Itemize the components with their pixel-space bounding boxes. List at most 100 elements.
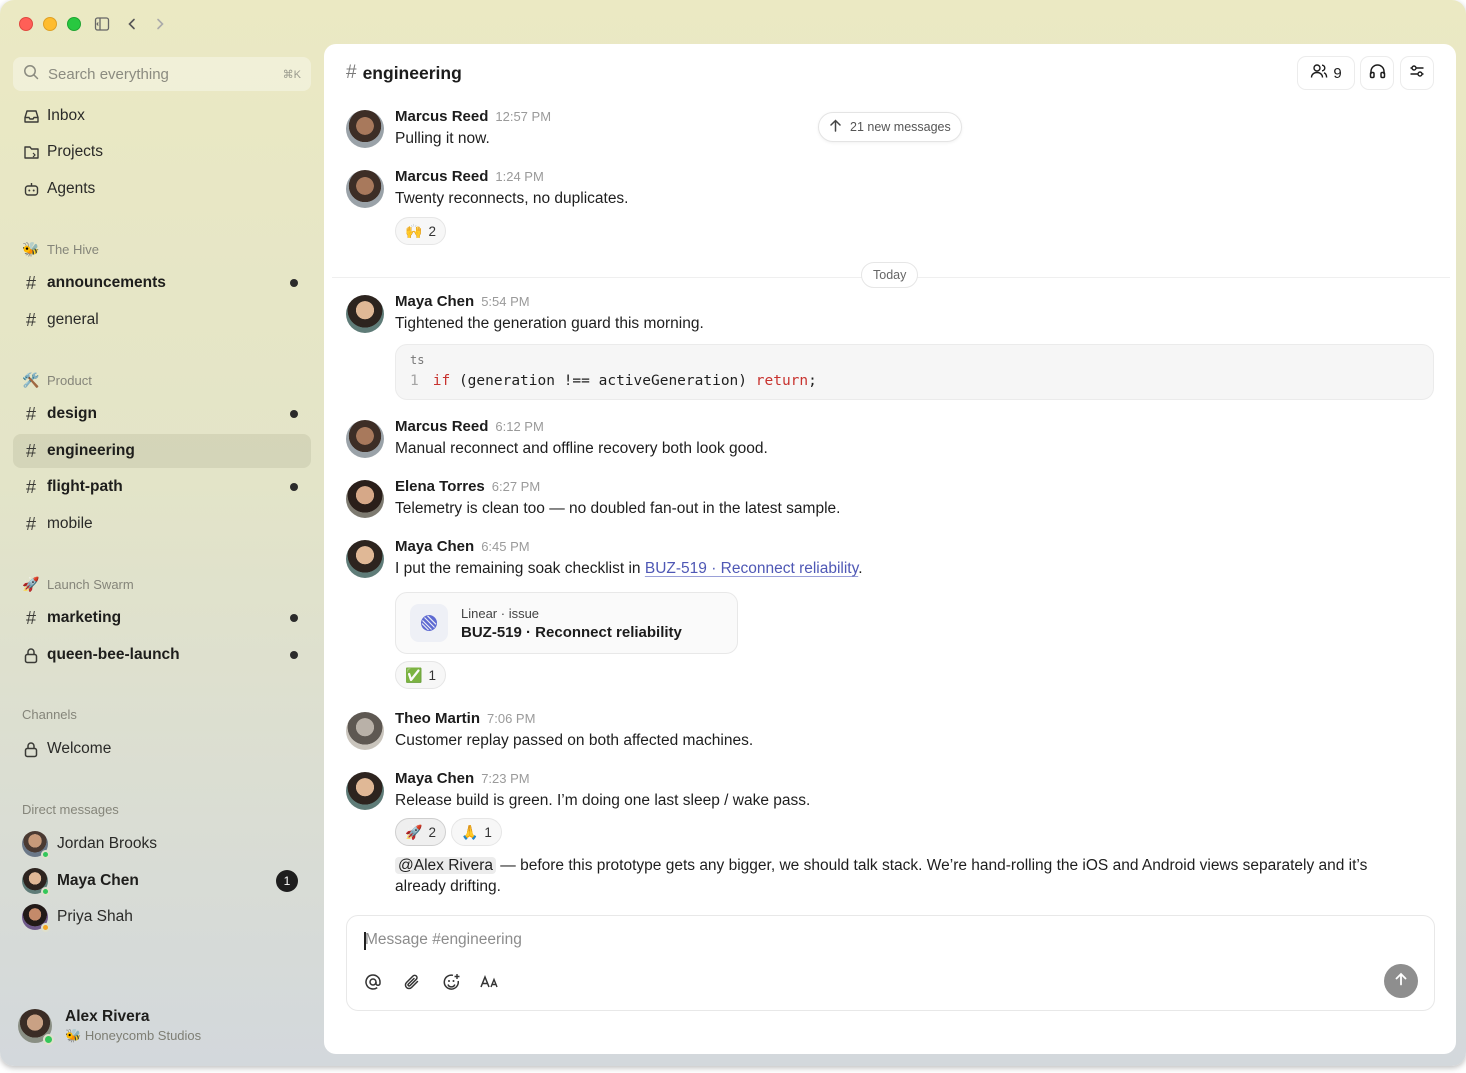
paperclip-icon[interactable] [400,970,424,994]
huddle-button[interactable] [1360,56,1394,90]
channel-item-general[interactable]: # general [13,303,311,337]
link-card-source: Linear · issue [461,605,540,621]
message-author[interactable]: Elena Torres [395,478,485,495]
workspace-header-product[interactable]: 🛠️ Product [22,372,92,389]
dm-item-priya-shah[interactable]: Priya Shah [13,900,311,934]
current-user-org: 🐝 Honeycomb Studios [65,1028,201,1044]
unread-dot [290,279,298,287]
channel-panel: # engineering 9 Marcus Reed 12:57 PM Pull… [324,44,1456,1054]
new-messages-pill[interactable]: 21 new messages [818,112,962,142]
avatar[interactable] [346,110,384,148]
back-arrow-icon[interactable] [122,14,142,34]
sidebar-toggle-icon[interactable] [92,14,112,34]
dm-item-jordan-brooks[interactable]: Jordan Brooks [13,827,311,861]
channel-item-mobile[interactable]: # mobile [13,507,311,541]
minimize-window-button[interactable] [43,17,57,31]
channel-item-announcements[interactable]: # announcements [13,266,311,300]
channel-settings-button[interactable] [1400,56,1434,90]
members-icon [1310,63,1328,84]
dm-section-header[interactable]: Direct messages [22,802,119,817]
message-time: 7:23 PM [481,771,530,786]
nav-item-agents[interactable]: Agents [13,172,311,206]
hash-icon: # [25,476,36,497]
channel-label: design [47,405,97,422]
message-author[interactable]: Maya Chen [395,770,474,787]
issue-link[interactable]: BUZ-519 · Reconnect reliability [645,560,858,577]
channel-label: engineering [47,442,135,459]
lock-icon [22,646,40,664]
message-time: 1:24 PM [495,169,544,184]
current-user-card[interactable]: Alex Rivera 🐝 Honeycomb Studios [18,1008,201,1045]
nav-item-inbox[interactable]: Inbox [13,99,311,133]
channel-item-welcome[interactable]: Welcome [13,732,311,766]
channel-label: flight-path [47,478,123,495]
reaction-chip[interactable]: 🚀 2 [395,818,446,846]
send-button[interactable] [1384,964,1418,998]
app-window: Search everything ⌘K Inbox Projects Agen… [0,0,1466,1066]
link-preview-card[interactable]: Linear · issue BUZ-519 · Reconnect relia… [395,592,738,654]
message-text: @Alex Rivera — before this prototype get… [395,855,1415,897]
channels-section-header[interactable]: Channels [22,707,77,722]
message-input[interactable]: Message #engineering [365,931,522,949]
unread-dot [290,651,298,659]
workspace-header-launch-swarm[interactable]: 🚀 Launch Swarm [22,576,134,593]
avatar[interactable] [346,295,384,333]
avatar[interactable] [346,480,384,518]
message-author[interactable]: Maya Chen [395,538,474,555]
inbox-icon [22,107,40,125]
reaction-chip[interactable]: 🙏 1 [450,818,502,846]
workspace-header-the-hive[interactable]: 🐝 The Hive [22,241,99,258]
search-placeholder: Search everything [48,65,169,83]
message-time: 6:27 PM [491,479,541,494]
message-author[interactable]: Theo Martin [395,710,480,727]
message-item: Maya Chen 6:45 PM I put the remaining soa… [346,538,1426,689]
message-author[interactable]: Marcus Reed [395,108,488,125]
online-status-dot [41,850,50,859]
avatar[interactable] [346,540,384,578]
hash-icon: # [25,513,36,534]
org-name: Honeycomb Studios [84,1028,202,1043]
channel-label: mobile [47,515,93,532]
channel-item-queen-bee-launch[interactable]: queen-bee-launch [13,638,311,672]
agents-icon [22,180,40,198]
arrow-up-icon [1394,972,1408,991]
search-input[interactable]: Search everything ⌘K [13,57,311,91]
user-mention[interactable]: @Alex Rivera [395,857,496,874]
channel-item-marketing[interactable]: # marketing [13,601,311,635]
nav-item-projects[interactable]: Projects [13,135,311,169]
message-author[interactable]: Marcus Reed [395,168,488,185]
channel-item-flight-path[interactable]: # flight-path [13,470,311,504]
channel-item-engineering[interactable]: # engineering [13,434,311,468]
forward-arrow-icon[interactable] [150,14,170,34]
message-text: Customer replay passed on both affected … [395,732,754,749]
reaction-count: 1 [484,824,492,840]
message-author[interactable]: Marcus Reed [395,418,488,435]
text-segment: I put the remaining soak checklist in [395,560,645,577]
code-keyword: return [755,373,809,389]
members-button[interactable]: 9 [1297,56,1355,90]
mention-icon[interactable] [361,970,385,994]
raised-hands-icon: 🙌 [405,222,423,239]
emoji-picker-icon[interactable] [439,970,463,994]
avatar[interactable] [346,420,384,458]
dm-item-maya-chen[interactable]: Maya Chen 1 [13,864,311,898]
text-format-icon[interactable] [478,970,502,994]
message-item: Maya Chen 5:54 PM Tightened the generatio… [346,293,1434,400]
arrow-up-icon [829,119,842,135]
avatar[interactable] [346,712,384,750]
avatar[interactable] [346,772,384,810]
avatar[interactable] [346,170,384,208]
message-composer[interactable]: Message #engineering [346,915,1435,1011]
rocket-icon: 🚀 [22,576,40,592]
code-text: ; [808,373,817,389]
reaction-chip[interactable]: 🙌 2 [395,217,446,245]
text-segment: — before this prototype gets any bigger,… [395,857,1368,895]
code-language: ts [410,353,425,367]
channel-item-design[interactable]: # design [13,397,311,431]
message-author[interactable]: Maya Chen [395,293,474,310]
avatar [22,904,50,932]
zoom-window-button[interactable] [67,17,81,31]
reaction-chip[interactable]: ✅ 1 [395,661,446,689]
reaction-count: 1 [428,667,436,683]
close-window-button[interactable] [19,17,33,31]
